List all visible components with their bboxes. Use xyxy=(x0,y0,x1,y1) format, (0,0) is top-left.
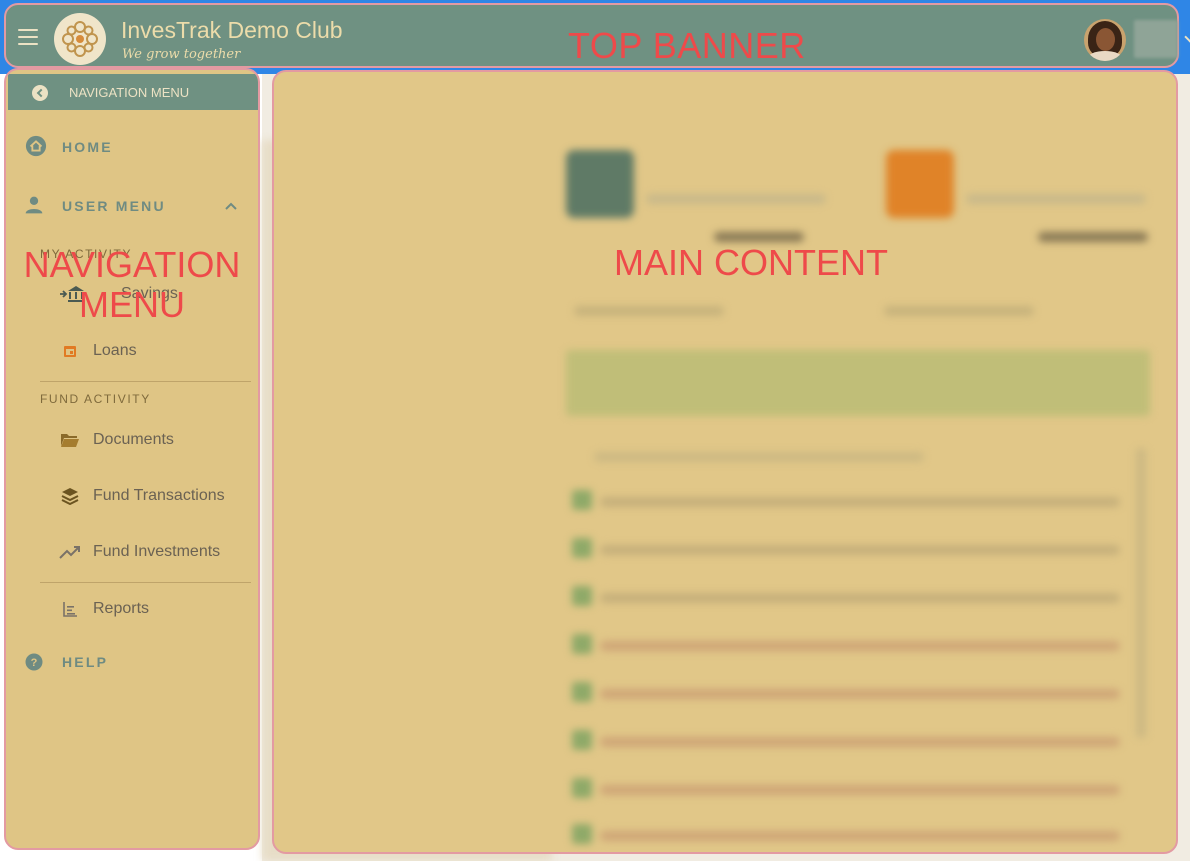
nav-loans-label: Loans xyxy=(93,342,137,359)
nav-item-home[interactable]: HOME xyxy=(20,132,256,162)
nav-item-documents[interactable]: Documents xyxy=(50,425,250,455)
svg-text:?: ? xyxy=(31,657,38,669)
logo-icon[interactable] xyxy=(54,13,106,65)
nav-divider xyxy=(40,582,251,583)
region-label-main-content: MAIN CONTENT xyxy=(614,242,888,283)
nav-item-loans[interactable]: Loans xyxy=(50,336,250,366)
nav-item-fund-transactions[interactable]: Fund Transactions xyxy=(50,481,250,511)
app-root: InvesTrak Demo Club We grow together TOP… xyxy=(0,0,1190,861)
nav-fund-investments-label: Fund Investments xyxy=(93,543,221,560)
nav-reports-label: Reports xyxy=(93,600,150,617)
nav-divider xyxy=(40,381,251,382)
app-subtitle: We grow together xyxy=(122,47,241,62)
nav-item-fund-investments[interactable]: Fund Investments xyxy=(50,537,250,567)
nav-documents-label: Documents xyxy=(93,431,174,448)
nav-user-menu-label: USER MENU xyxy=(62,198,166,214)
top-banner: InvesTrak Demo Club We grow together TOP… xyxy=(0,0,1190,74)
nav-header[interactable]: NAVIGATION MENU xyxy=(8,74,258,110)
region-label-top-banner: TOP BANNER xyxy=(568,25,806,66)
hamburger-icon[interactable] xyxy=(18,29,38,45)
nav-header-label: NAVIGATION MENU xyxy=(69,85,190,100)
person-icon xyxy=(25,196,43,214)
home-icon xyxy=(25,135,47,157)
chart-icon xyxy=(63,602,77,617)
user-avatar[interactable] xyxy=(1084,19,1126,61)
top-banner-bar: InvesTrak Demo Club We grow together TOP… xyxy=(4,3,1190,68)
region-label-nav-line1: NAVIGATION xyxy=(23,244,241,285)
blurred-dashboard xyxy=(274,72,1176,852)
user-menu-button[interactable] xyxy=(1134,20,1178,58)
calendar-icon xyxy=(64,346,76,357)
nav-fund-transactions-label: Fund Transactions xyxy=(93,487,225,504)
chevron-down-icon[interactable] xyxy=(1184,31,1190,43)
folder-open-icon xyxy=(61,434,79,447)
main-content: MAIN CONTENT xyxy=(272,70,1178,854)
nav-item-reports[interactable]: Reports xyxy=(50,594,250,624)
chevron-left-circle-icon[interactable] xyxy=(32,85,48,101)
layers-icon xyxy=(61,488,79,505)
region-label-navigation-menu: NAVIGATION MENU xyxy=(6,245,258,325)
help-circle-icon: ? xyxy=(25,653,43,671)
section-fund-activity: FUND ACTIVITY xyxy=(40,392,151,406)
navigation-menu: NAVIGATION MENU HOME USER MENU MY ACTIVI… xyxy=(4,68,260,850)
app-title: InvesTrak Demo Club xyxy=(121,17,343,43)
nav-home-label: HOME xyxy=(62,139,113,155)
chevron-up-icon[interactable] xyxy=(224,201,238,211)
nav-item-user-menu[interactable]: USER MENU xyxy=(20,190,256,220)
trending-up-icon xyxy=(59,546,80,559)
region-label-nav-line2: MENU xyxy=(79,284,185,325)
nav-item-help[interactable]: ? HELP xyxy=(20,648,256,678)
nav-help-label: HELP xyxy=(62,654,109,670)
